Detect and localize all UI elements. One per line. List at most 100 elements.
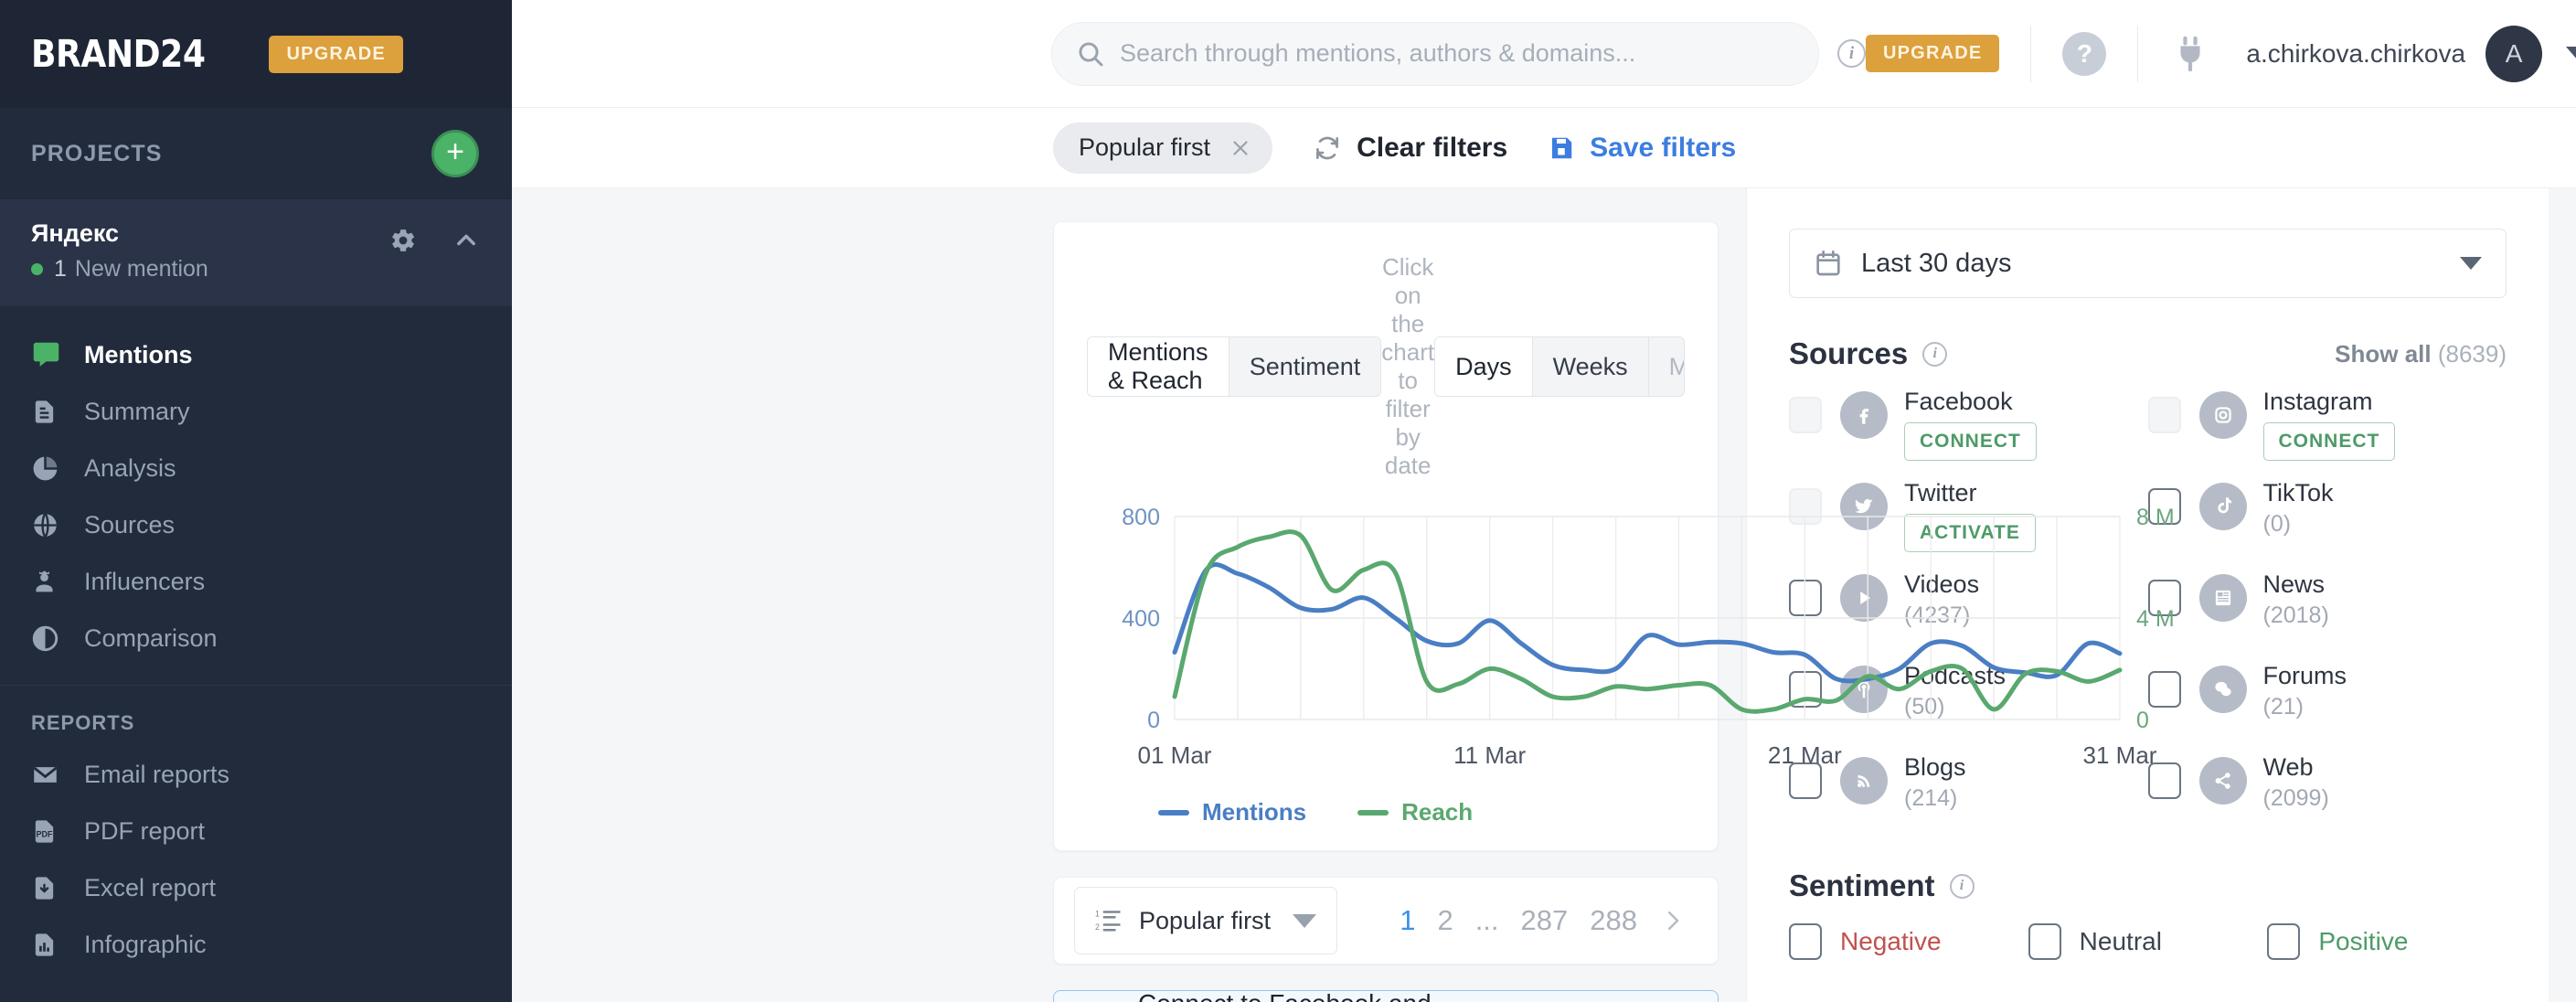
chat-bubble-icon bbox=[31, 340, 66, 370]
granularity-days[interactable]: Days bbox=[1435, 337, 1533, 396]
tab-sentiment[interactable]: Sentiment bbox=[1229, 337, 1381, 396]
search-info-icon[interactable]: i bbox=[1837, 39, 1866, 68]
sidebar-item-label: Infographic bbox=[84, 930, 207, 958]
user-name: a.chirkova.chirkova bbox=[2246, 38, 2466, 68]
sidebar-item-analysis[interactable]: Analysis bbox=[0, 440, 512, 496]
sentiment-checkbox[interactable] bbox=[1789, 923, 1822, 960]
page-2[interactable]: 2 bbox=[1437, 904, 1453, 937]
svg-text:8 M: 8 M bbox=[2136, 505, 2175, 530]
chevron-down-icon[interactable] bbox=[2566, 47, 2576, 60]
sentiment-checkbox[interactable] bbox=[2267, 923, 2301, 960]
sidebar-nav: Mentions Summary Analysis Sources Influe… bbox=[0, 306, 512, 973]
legend-item-mentions[interactable]: Mentions bbox=[1158, 798, 1306, 826]
search-box[interactable] bbox=[1051, 21, 1819, 86]
page-288[interactable]: 288 bbox=[1590, 904, 1637, 937]
source-count: (2099) bbox=[2262, 785, 2329, 811]
new-mention-count: 1 bbox=[54, 256, 67, 282]
sort-dropdown[interactable]: 12 Popular first bbox=[1074, 887, 1338, 954]
source-count: (2018) bbox=[2262, 602, 2329, 628]
clear-filters-button[interactable]: Clear filters bbox=[1313, 133, 1507, 164]
filter-chip-label: Popular first bbox=[1079, 133, 1211, 161]
sidebar-item-summary[interactable]: Summary bbox=[0, 383, 512, 440]
sidebar-upgrade-button[interactable]: UPGRADE bbox=[269, 35, 403, 73]
facebook-connect-button[interactable]: CONNECT bbox=[1904, 422, 2037, 461]
page-1[interactable]: 1 bbox=[1400, 904, 1415, 937]
filter-chip-popular-first[interactable]: Popular first bbox=[1053, 122, 1273, 174]
mentions-reach-chart[interactable]: 0 400 800 0 4 M 8 M 01 Mar 11 Mar 21 Mar 31 Mar bbox=[1087, 504, 2174, 778]
source-item-instagram[interactable]: Instagram CONNECT bbox=[2147, 384, 2507, 475]
facebook-icon bbox=[1840, 391, 1888, 439]
svg-text:1: 1 bbox=[1095, 910, 1100, 919]
save-filters-label: Save filters bbox=[1590, 132, 1737, 163]
svg-text:21 Mar: 21 Mar bbox=[1768, 741, 1842, 769]
top-bar: i UPGRADE ? a.chirkova.chirkova A bbox=[512, 0, 2576, 108]
tab-mentions-reach[interactable]: Mentions & Reach bbox=[1088, 337, 1229, 396]
left-sidebar: BRAND24 UPGRADE PROJECTS + Яндекс 1 New … bbox=[0, 0, 512, 1002]
source-count: (0) bbox=[2262, 511, 2292, 537]
sidebar-item-label: Sources bbox=[84, 510, 176, 538]
calendar-icon bbox=[1814, 249, 1843, 278]
gear-icon[interactable] bbox=[389, 227, 417, 254]
sidebar-item-comparison[interactable]: Comparison bbox=[0, 610, 512, 666]
sidebar-item-pdf-report[interactable]: PDF PDF report bbox=[0, 803, 512, 859]
legend-item-reach[interactable]: Reach bbox=[1357, 798, 1473, 826]
granularity-weeks[interactable]: Weeks bbox=[1532, 337, 1649, 396]
show-all-label: Show all bbox=[2335, 339, 2432, 368]
brand-logo: BRAND24 bbox=[31, 32, 206, 76]
info-icon[interactable]: i bbox=[1922, 341, 1948, 367]
sidebar-item-excel-report[interactable]: Excel report bbox=[0, 859, 512, 916]
chart-svg[interactable]: 0 400 800 0 4 M 8 M 01 Mar 11 Mar 21 Mar 31 Mar bbox=[1087, 504, 2204, 778]
top-bar-right: UPGRADE ? a.chirkova.chirkova A bbox=[1866, 25, 2576, 82]
filter-bar: Popular first Clear filters Save filters bbox=[512, 108, 2576, 188]
sentiment-title: Sentiment bbox=[1789, 869, 1935, 902]
sidebar-item-label: Mentions bbox=[84, 340, 193, 368]
projects-label: PROJECTS bbox=[31, 140, 163, 166]
chart-panel: Mentions & Reach Sentiment Click on the … bbox=[1053, 221, 2175, 851]
source-item-facebook[interactable]: Facebook CONNECT bbox=[1789, 384, 2148, 475]
sidebar-item-sources[interactable]: Sources bbox=[0, 496, 512, 553]
chevron-right-icon[interactable] bbox=[1659, 907, 1687, 934]
sidebar-item-infographic[interactable]: Infographic bbox=[0, 916, 512, 973]
sidebar-item-label: Analysis bbox=[84, 453, 176, 482]
app-root: BRAND24 UPGRADE PROJECTS + Яндекс 1 New … bbox=[0, 0, 2576, 1002]
sidebar-item-label: Influencers bbox=[84, 567, 206, 595]
instagram-connect-button[interactable]: CONNECT bbox=[2262, 422, 2396, 461]
project-item-yandex[interactable]: Яндекс 1 New mention bbox=[0, 199, 512, 306]
granularity-toggle: Days Weeks Months bbox=[1434, 336, 1685, 397]
list-toolbar: 12 Popular first 1 2 ... 287 288 bbox=[1053, 877, 1719, 965]
sentiment-header: Sentiment i bbox=[1789, 869, 2507, 903]
chart-legend: Mentions Reach bbox=[1158, 798, 1685, 826]
source-count: (214) bbox=[1904, 785, 1958, 811]
chevron-up-icon[interactable] bbox=[453, 228, 479, 253]
topbar-upgrade-button[interactable]: UPGRADE bbox=[1866, 35, 2000, 72]
page-287[interactable]: 287 bbox=[1521, 904, 1569, 937]
svg-text:11 Mar: 11 Mar bbox=[1453, 741, 1526, 769]
info-icon[interactable]: i bbox=[1949, 873, 1975, 899]
source-name: TikTok bbox=[2262, 479, 2334, 506]
pie-chart-icon bbox=[31, 454, 66, 483]
sidebar-item-influencers[interactable]: Influencers bbox=[0, 553, 512, 610]
save-filters-button[interactable]: Save filters bbox=[1548, 133, 1736, 164]
close-icon[interactable] bbox=[1229, 136, 1252, 160]
show-all-sources-link[interactable]: Show all (8639) bbox=[2335, 340, 2507, 368]
sidebar-item-mentions[interactable]: Mentions bbox=[0, 326, 512, 383]
content-area: Mentions & Reach Sentiment Click on the … bbox=[512, 188, 2576, 1002]
question-mark-icon[interactable]: ? bbox=[2062, 31, 2107, 76]
sidebar-item-email-reports[interactable]: Email reports bbox=[0, 746, 512, 803]
plug-icon[interactable] bbox=[2169, 33, 2211, 75]
search-input[interactable] bbox=[1120, 39, 1794, 68]
download-file-icon bbox=[31, 875, 66, 901]
share-icon bbox=[2198, 757, 2247, 805]
floppy-disk-icon bbox=[1548, 134, 1575, 162]
svg-text:0: 0 bbox=[1147, 708, 1160, 733]
add-project-button[interactable]: + bbox=[431, 130, 479, 177]
source-checkbox bbox=[1789, 397, 1822, 433]
sentiment-neutral[interactable]: Neutral bbox=[2028, 923, 2268, 960]
sentiment-negative[interactable]: Negative bbox=[1789, 923, 2028, 960]
sentiment-checkbox[interactable] bbox=[2028, 923, 2061, 960]
sentiment-positive[interactable]: Positive bbox=[2267, 923, 2507, 960]
date-range-picker[interactable]: Last 30 days bbox=[1789, 229, 2507, 298]
chart-hint: Click on the chart to filter by date bbox=[1381, 253, 1435, 479]
avatar[interactable]: A bbox=[2486, 25, 2543, 82]
search-area: i bbox=[1051, 21, 1866, 86]
